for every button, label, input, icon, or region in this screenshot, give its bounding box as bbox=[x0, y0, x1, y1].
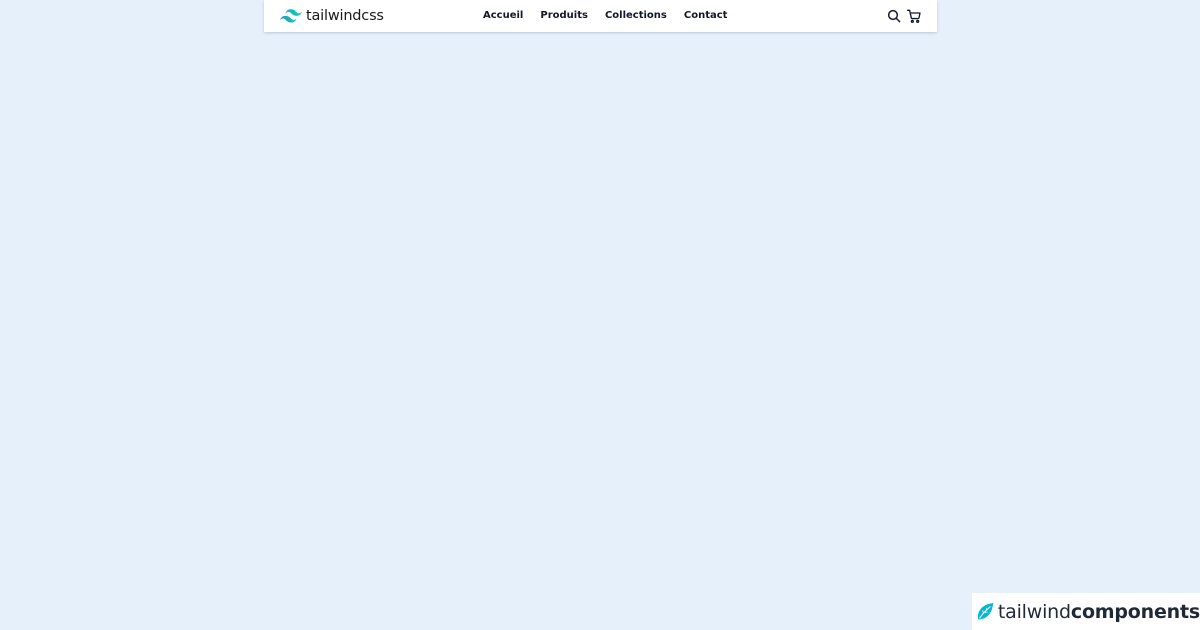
cart-icon bbox=[907, 9, 921, 23]
cart-button[interactable] bbox=[906, 8, 922, 24]
nav-link-contact[interactable]: Contact bbox=[684, 9, 728, 22]
tailwindcomponents-badge[interactable]: tailwindcomponents bbox=[972, 593, 1200, 630]
nav-item: Contact bbox=[684, 9, 728, 22]
badge-label-bold: components bbox=[1070, 600, 1200, 623]
nav-link-produits[interactable]: Produits bbox=[540, 9, 588, 22]
page: tailwindcss Accueil Produits Collections… bbox=[0, 0, 1200, 630]
badge-label-light: tailwind bbox=[997, 600, 1071, 623]
nav-link-accueil[interactable]: Accueil bbox=[483, 9, 523, 22]
brand-link[interactable]: tailwindcss bbox=[280, 7, 384, 25]
nav-item: Accueil bbox=[483, 9, 523, 22]
navbar-actions bbox=[886, 8, 922, 24]
nav-item: Produits bbox=[540, 9, 588, 22]
badge-label: tailwindcomponents bbox=[998, 601, 1200, 623]
nav-link-collections[interactable]: Collections bbox=[605, 9, 667, 22]
nav-item: Collections bbox=[605, 9, 667, 22]
navbar: tailwindcss Accueil Produits Collections… bbox=[264, 0, 937, 32]
search-button[interactable] bbox=[886, 8, 902, 24]
search-icon bbox=[887, 9, 901, 23]
tailwind-leaf-icon bbox=[977, 602, 994, 619]
main-nav: Accueil Produits Collections Contact bbox=[483, 9, 727, 22]
brand-name: tailwindcss bbox=[306, 8, 384, 24]
tailwind-logo-icon bbox=[280, 9, 302, 23]
